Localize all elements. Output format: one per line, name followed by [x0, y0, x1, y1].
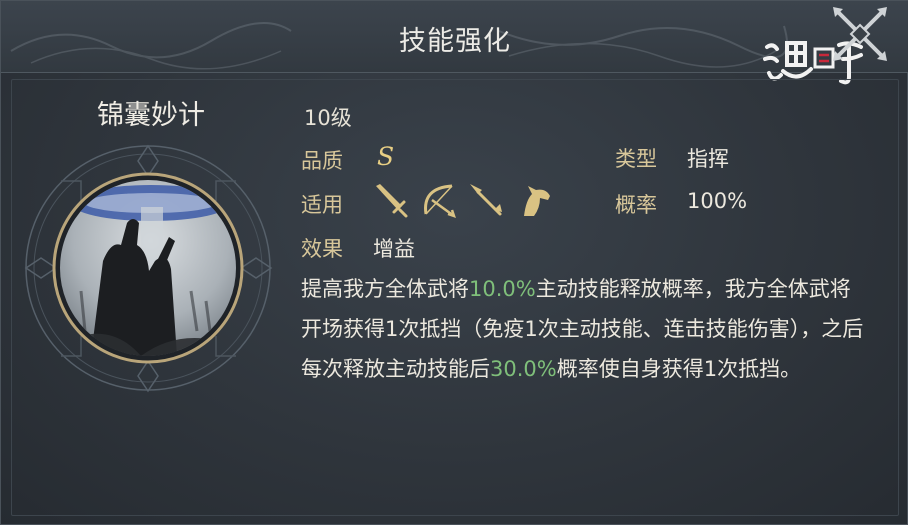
description-text: 提高我方全体武将	[301, 277, 469, 301]
description-highlight: 30.0%	[490, 357, 557, 381]
description-text: 概率使自身获得1次抵挡。	[556, 357, 802, 381]
sword-icon	[376, 184, 408, 218]
description-highlight: 10.0%	[469, 277, 536, 301]
spear-icon	[470, 184, 502, 216]
applicable-label: 适用	[301, 193, 343, 217]
skill-name: 锦囊妙计	[97, 100, 205, 131]
skill-panel: 技能强化 锦囊妙计 10级 品质 S 类型 指挥 适用 概率 100% 效果 增…	[0, 0, 908, 525]
quality-label: 品质	[301, 149, 343, 173]
applicable-units	[370, 180, 570, 220]
type-label: 类型	[615, 147, 657, 171]
skill-level: 10级	[304, 106, 352, 130]
skill-portrait	[24, 144, 273, 393]
rate-label: 概率	[615, 193, 657, 217]
bow-icon	[424, 184, 456, 218]
type-value: 指挥	[687, 147, 729, 171]
close-icon	[833, 7, 887, 61]
skill-description: 提高我方全体武将10.0%主动技能释放概率，我方全体武将开场获得1次抵挡（免疫1…	[301, 269, 871, 389]
rate-value: 100%	[687, 189, 748, 213]
effect-label: 效果	[301, 237, 343, 261]
close-button[interactable]	[829, 3, 891, 65]
effect-value: 增益	[373, 237, 415, 261]
horse-icon	[524, 186, 550, 216]
quality-grade: S	[377, 142, 395, 171]
